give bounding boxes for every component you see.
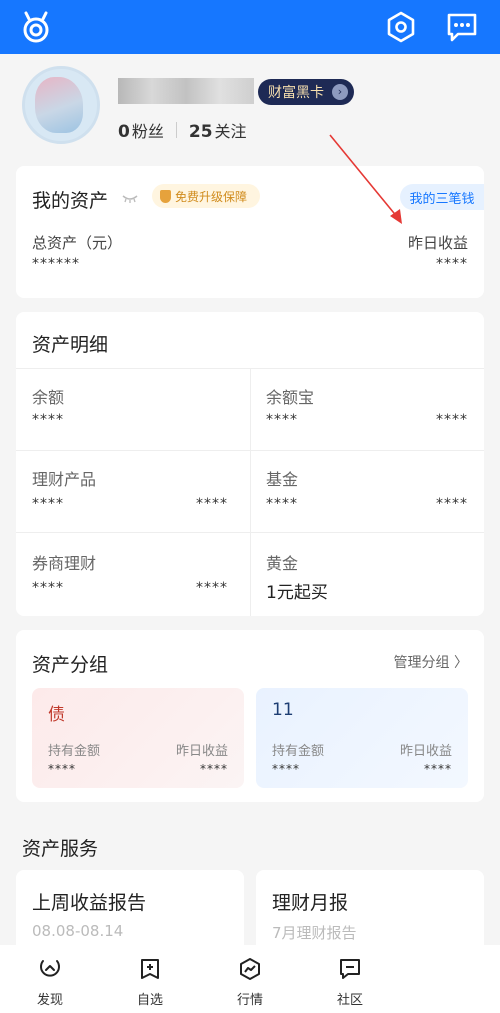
group-card-bond[interactable]: 债 持有金额 昨日收益 **** **** [32, 688, 244, 788]
yesterday-income-label: 昨日收益 [399, 744, 452, 759]
shield-icon [160, 189, 171, 203]
asset-groups-title: 资产分组 [32, 654, 109, 676]
fans-stat[interactable]: 0 粉丝 [118, 118, 164, 142]
yesterday-income-value: **** [200, 762, 228, 776]
service-subtitle: 08.08-08.14 [32, 922, 124, 940]
group-name: 债 [48, 705, 65, 725]
yesterday-income-value: **** [424, 762, 452, 776]
upgrade-protection-badge[interactable]: 免费升级保障 [152, 184, 260, 208]
total-assets-label: 总资产（元） [32, 234, 123, 252]
chevron-right-icon: › [332, 84, 348, 100]
asset-services-title: 资产服务 [22, 838, 99, 860]
yesterday-income-value: **** [436, 256, 468, 272]
hexagon-settings-icon[interactable] [384, 10, 418, 44]
divider [250, 368, 251, 616]
discover-icon [40, 960, 60, 977]
tab-market[interactable]: 行情 [210, 945, 290, 1013]
group-name: 11 [272, 700, 294, 720]
follow-stat[interactable]: 25 关注 [189, 118, 247, 142]
tab-watchlist[interactable]: 自选 [110, 945, 190, 1013]
eye-closed-icon[interactable] [122, 194, 138, 204]
service-subtitle: 7月理财报告 [272, 924, 357, 942]
divider [175, 122, 177, 138]
market-trend-icon [240, 958, 260, 980]
community-chat-icon [340, 959, 360, 979]
three-money-button[interactable]: 我的三笔钱 [400, 184, 484, 210]
bottom-tab-bar: 发现 自选 行情 社区 [0, 945, 500, 1013]
group-card-11[interactable]: 11 持有金额 昨日收益 **** **** [256, 688, 468, 788]
asset-details-card: 资产明细 余额 **** 余额宝 **** **** 理财产品 **** ***… [16, 312, 484, 616]
hold-amount-value: **** [272, 762, 300, 776]
tab-discover[interactable]: 发现 [10, 945, 90, 1013]
total-assets-value: ****** [32, 256, 80, 272]
vip-badge[interactable]: 财富黑卡 › [258, 79, 354, 105]
yesterday-income-label: 昨日收益 [407, 234, 468, 252]
chat-bubble-icon[interactable] [444, 10, 480, 44]
service-title: 理财月报 [272, 892, 349, 914]
yesterday-income-label: 昨日收益 [175, 744, 228, 759]
hold-amount-value: **** [48, 762, 76, 776]
hold-amount-label: 持有金额 [48, 744, 101, 759]
vip-label: 财富黑卡 [268, 85, 324, 101]
avatar[interactable] [22, 66, 100, 144]
tab-community[interactable]: 社区 [310, 945, 390, 1013]
manage-groups-link[interactable]: 管理分组 〉 [394, 652, 468, 672]
service-title: 上周收益报告 [32, 892, 147, 914]
hold-amount-label: 持有金额 [272, 744, 325, 759]
alipay-mascot-icon[interactable] [20, 10, 52, 44]
annotation-arrow [329, 134, 402, 224]
my-assets-card[interactable]: 我的资产 免费升级保障 我的三笔钱 总资产（元） 昨日收益 ****** ***… [16, 166, 484, 298]
my-assets-title: 我的资产 [32, 190, 109, 212]
watchlist-add-icon [141, 959, 159, 979]
asset-groups-card: 资产分组 管理分组 〉 债 持有金额 昨日收益 **** **** 11 持有金… [16, 630, 484, 802]
follow-row: 0 粉丝 25 关注 [118, 118, 247, 142]
asset-details-title: 资产明细 [32, 334, 109, 356]
top-bar [0, 0, 500, 54]
username-blurred [118, 78, 254, 104]
